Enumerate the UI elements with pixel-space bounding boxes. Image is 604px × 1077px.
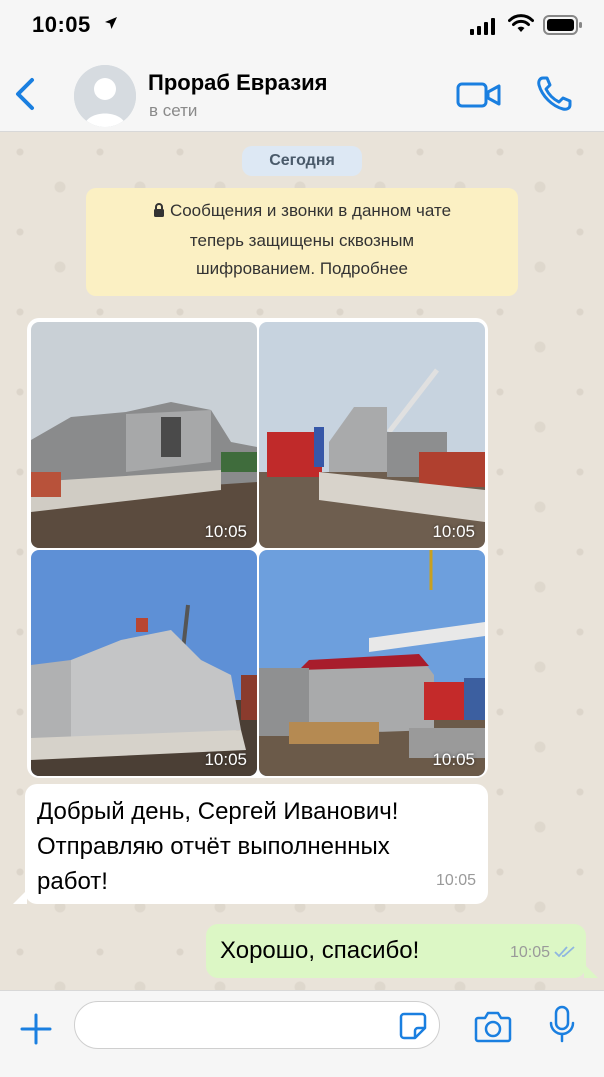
construction-photo-4-icon xyxy=(259,550,485,776)
status-bar: 10:05 xyxy=(0,0,604,52)
chat-header: Прораб Евразия в сети xyxy=(0,52,604,132)
back-button[interactable] xyxy=(10,74,40,114)
encryption-notice[interactable]: Сообщения и звонки в данном чате теперь … xyxy=(86,188,518,296)
construction-photo-3-icon xyxy=(31,550,257,776)
camera-icon xyxy=(474,1011,512,1043)
contact-status: в сети xyxy=(149,101,198,120)
message-input[interactable] xyxy=(74,1001,440,1049)
wifi-icon xyxy=(508,14,534,39)
photo-time: 10:05 xyxy=(432,522,475,541)
video-camera-icon xyxy=(456,82,501,108)
photo-time: 10:05 xyxy=(204,750,247,769)
notice-line-1: Сообщения и звонки в данном чате xyxy=(169,201,452,220)
double-check-icon xyxy=(554,934,576,968)
date-label: Сегодня xyxy=(242,146,362,176)
avatar[interactable] xyxy=(74,65,136,127)
chevron-left-icon xyxy=(16,78,34,110)
photo-2[interactable]: 10:05 xyxy=(259,322,485,548)
status-time: 10:05 xyxy=(32,12,91,37)
input-bar xyxy=(0,990,604,1077)
sticker-icon xyxy=(399,1012,427,1040)
photo-time: 10:05 xyxy=(204,522,247,541)
notice-line-2: теперь защищены сквозным xyxy=(189,231,415,250)
message-text: Хорошо, спасибо! xyxy=(220,937,420,964)
photo-1[interactable]: 10:05 xyxy=(31,322,257,548)
voice-call-button[interactable] xyxy=(534,74,574,114)
default-avatar-icon xyxy=(74,65,136,127)
message-line: Отправляю отчёт выполненных xyxy=(37,833,390,860)
cellular-signal-icon xyxy=(470,17,496,40)
notice-line-3: шифрованием. Подробнее xyxy=(196,259,408,278)
photo-3[interactable]: 10:05 xyxy=(31,550,257,776)
outgoing-message[interactable]: Хорошо, спасибо! 10:05 xyxy=(206,924,598,978)
location-arrow-icon xyxy=(104,16,118,35)
message-time: 10:05 xyxy=(435,872,476,889)
photo-album: 10:05 10:05 10:05 10:05 xyxy=(27,318,488,778)
microphone-button[interactable] xyxy=(548,1005,576,1045)
plus-icon xyxy=(20,1013,52,1045)
message-time: 10:05 xyxy=(509,944,550,961)
incoming-message[interactable]: Добрый день, Сергей Иванович! Отправляю … xyxy=(13,784,488,904)
camera-button[interactable] xyxy=(474,1009,512,1043)
message-line: работ! xyxy=(37,868,108,895)
contact-name[interactable]: Прораб Евразия xyxy=(148,70,328,96)
microphone-icon xyxy=(549,1005,575,1043)
construction-photo-1-icon xyxy=(31,322,257,548)
attach-button[interactable] xyxy=(18,1011,54,1047)
sticker-button[interactable] xyxy=(398,1011,428,1041)
video-call-button[interactable] xyxy=(456,80,502,110)
phone-icon xyxy=(537,76,572,111)
battery-icon xyxy=(543,15,583,40)
message-line: Добрый день, Сергей Иванович! xyxy=(37,798,399,825)
photo-time: 10:05 xyxy=(432,750,475,769)
lock-icon xyxy=(153,199,165,227)
construction-photo-2-icon xyxy=(259,322,485,548)
photo-4[interactable]: 10:05 xyxy=(259,550,485,776)
chat-area[interactable]: Сегодня Сообщения и звонки в данном чате… xyxy=(0,132,604,990)
